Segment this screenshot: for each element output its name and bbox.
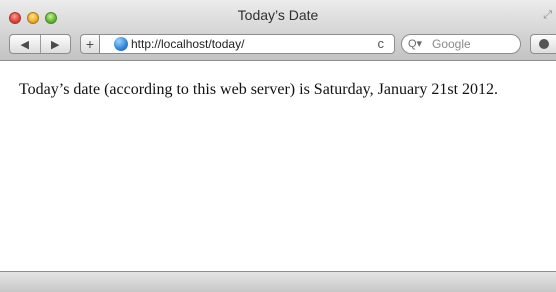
address-bar[interactable]: http://localhost/today/ c <box>99 34 395 54</box>
forward-button[interactable]: ▶ <box>39 35 71 53</box>
globe-icon <box>114 37 128 51</box>
search-field[interactable]: Q▾ Google <box>401 34 521 54</box>
search-icon[interactable]: Q▾ <box>408 37 422 50</box>
extensions-button[interactable] <box>530 34 556 54</box>
back-button[interactable]: ◀ <box>10 35 40 53</box>
url-text[interactable]: http://localhost/today/ <box>131 37 244 52</box>
forward-arrow-icon: ▶ <box>51 38 60 51</box>
browser-window: Today’s Date ⤢ ◀ ▶ + http://localhost/to… <box>0 0 556 292</box>
add-bookmark-button[interactable]: + <box>80 34 100 54</box>
fullscreen-icon[interactable]: ⤢ <box>543 9 552 22</box>
date-message: Today’s date (according to this web serv… <box>19 81 499 98</box>
title-bar: Today’s Date ⤢ ◀ ▶ + http://localhost/to… <box>0 0 556 61</box>
search-placeholder: Google <box>432 37 471 51</box>
back-forward-control: ◀ ▶ <box>9 34 71 54</box>
plus-icon: + <box>85 36 95 52</box>
reload-icon[interactable]: c <box>378 36 385 51</box>
back-arrow-icon: ◀ <box>20 38 29 51</box>
status-bar <box>0 271 556 292</box>
record-icon <box>538 39 549 49</box>
window-title: Today’s Date <box>237 7 319 23</box>
page-content: Today’s date (according to this web serv… <box>0 61 556 271</box>
